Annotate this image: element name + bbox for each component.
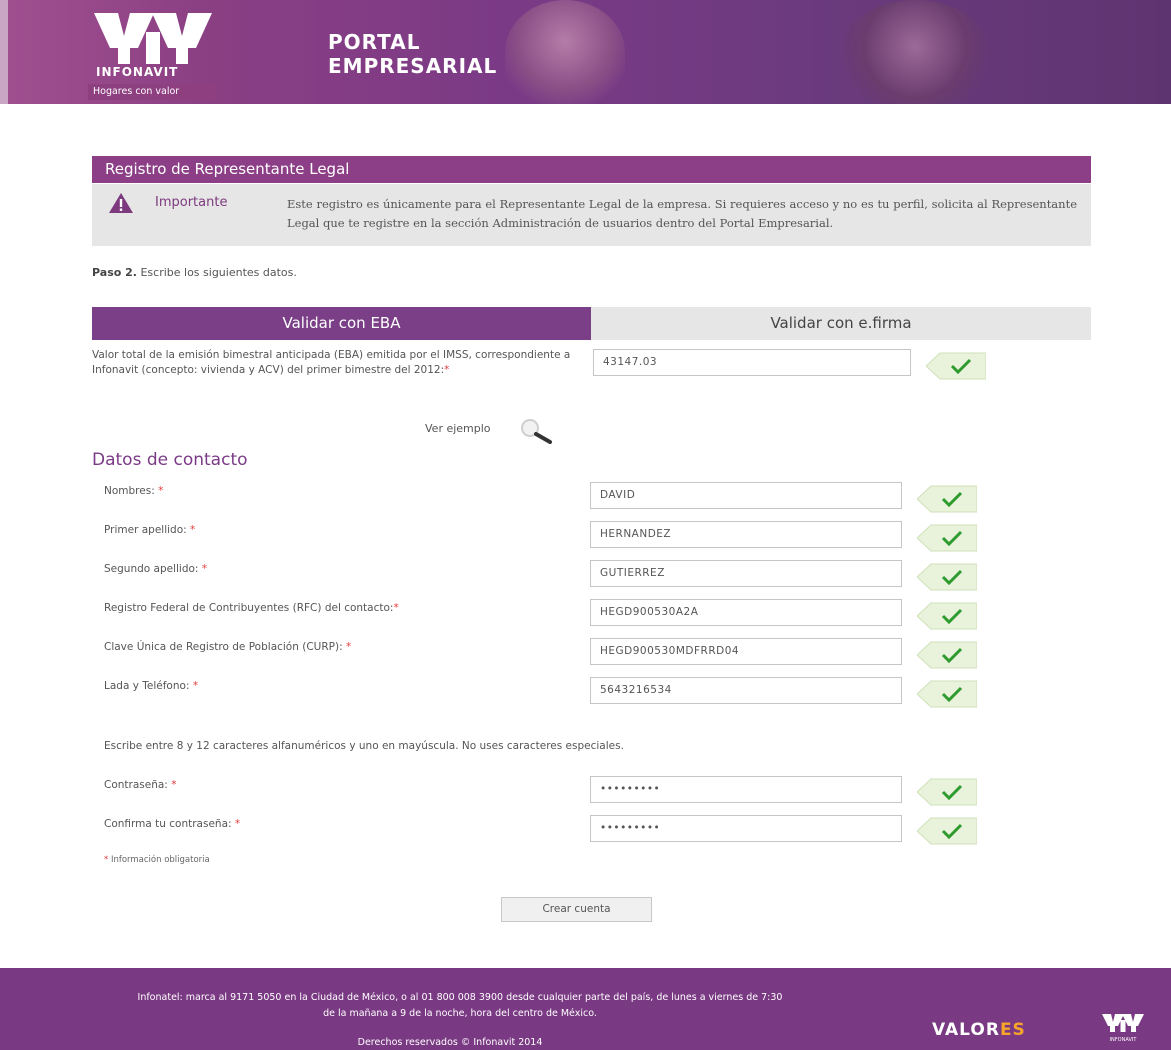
logo-tagline: Hogares con valor <box>88 84 216 100</box>
magnifier-icon[interactable] <box>519 418 553 444</box>
field-label-telefono: Lada y Teléfono: * <box>104 680 198 692</box>
portal-title-line1: PORTAL <box>328 30 421 54</box>
site-header: INFONAVIT Hogares con valor PORTAL EMPRE… <box>0 0 1171 104</box>
portal-title: PORTAL EMPRESARIAL <box>328 30 497 78</box>
field-label-curp: Clave Única de Registro de Población (CU… <box>104 641 351 653</box>
tab-validar-eba[interactable]: Validar con EBA <box>92 307 591 340</box>
header-photo-person-2 <box>840 0 990 104</box>
label-text: Lada y Teléfono: <box>104 680 190 692</box>
warning-icon <box>109 193 133 213</box>
check-icon <box>917 485 977 513</box>
telefono-input[interactable]: 5643216534 <box>590 677 902 704</box>
check-icon <box>917 817 977 845</box>
portal-title-line2: EMPRESARIAL <box>328 54 498 78</box>
label-text: Nombres: <box>104 485 155 497</box>
valores-text-a: VALOR <box>932 1020 1000 1040</box>
footer-info-line2: de la mañana a 9 de la noche, hora del c… <box>323 1008 597 1019</box>
nombres-input[interactable]: DAVID <box>590 482 902 509</box>
password-hint: Escribe entre 8 y 12 caracteres alfanumé… <box>104 740 624 752</box>
important-notice: Importante Este registro es únicamente p… <box>92 184 1091 246</box>
step-instruction: Paso 2. Escribe los siguientes datos. <box>92 266 297 279</box>
required-star: * <box>192 680 199 692</box>
label-text: Registro Federal de Contribuyentes (RFC)… <box>104 602 394 614</box>
required-star: * <box>104 855 109 865</box>
required-star: * <box>345 641 352 653</box>
check-icon <box>917 602 977 630</box>
check-icon <box>917 563 977 591</box>
notice-text: Este registro es únicamente para el Repr… <box>287 197 1077 230</box>
site-footer: Infonatel: marca al 9171 5050 en la Ciud… <box>0 968 1171 1050</box>
field-label-primer-apellido: Primer apellido: * <box>104 524 195 536</box>
segundo-apellido-input[interactable]: GUTIERREZ <box>590 560 902 587</box>
tab-validar-efirma[interactable]: Validar con e.firma <box>591 307 1091 340</box>
required-star: * <box>171 779 177 791</box>
footer-infonatel-text: Infonatel: marca al 9171 5050 en la Ciud… <box>20 990 900 1022</box>
footer-copyright: Derechos reservados © Infonavit 2014 <box>357 1037 543 1048</box>
label-text: Confirma tu contraseña: <box>104 818 232 830</box>
field-label-password: Contraseña: * <box>104 779 176 791</box>
label-text: Contraseña: <box>104 779 168 791</box>
curp-input[interactable]: HEGD900530MDFRRD04 <box>590 638 902 665</box>
check-icon <box>917 524 977 552</box>
header-photo-person-1 <box>505 0 625 104</box>
field-label-rfc: Registro Federal de Contribuyentes (RFC)… <box>104 602 399 614</box>
header-edge <box>0 0 8 104</box>
check-icon <box>926 352 986 380</box>
required-star: * <box>158 485 164 497</box>
label-text: Segundo apellido: <box>104 563 199 575</box>
check-icon <box>917 778 977 806</box>
infonavit-footer-logo-icon[interactable]: INFONAVIT <box>1100 1012 1146 1044</box>
password-input[interactable]: ••••••••• <box>590 776 902 803</box>
eba-field-label: Valor total de la emisión bimestral anti… <box>92 348 582 378</box>
required-star: * <box>393 602 399 614</box>
confirm-password-input[interactable]: ••••••••• <box>590 815 902 842</box>
mandatory-note: * Información obligatoria <box>104 855 210 865</box>
label-text: Clave Única de Registro de Población (CU… <box>104 641 343 653</box>
logo-brand-text: INFONAVIT <box>96 65 179 79</box>
page-title: Registro de Representante Legal <box>92 156 1091 183</box>
required-star: * <box>190 524 196 536</box>
notice-label: Importante <box>155 195 228 210</box>
rfc-input[interactable]: HEGD900530A2A <box>590 599 902 626</box>
valores-logo[interactable]: VALORES <box>932 1020 1026 1040</box>
eba-label-text: Valor total de la emisión bimestral anti… <box>92 349 571 376</box>
contact-section-title: Datos de contacto <box>92 450 248 470</box>
step-text: Escribe los siguientes datos. <box>136 266 297 279</box>
required-star: * <box>444 364 450 376</box>
primer-apellido-input[interactable]: HERNANDEZ <box>590 521 902 548</box>
check-icon <box>917 641 977 669</box>
field-label-nombres: Nombres: * <box>104 485 163 497</box>
label-text: Primer apellido: <box>104 524 187 536</box>
valores-text-b: ES <box>999 1020 1026 1040</box>
mandatory-text: Información obligatoria <box>110 855 210 865</box>
ver-ejemplo-link[interactable]: Ver ejemplo <box>425 422 491 435</box>
field-label-confirm-password: Confirma tu contraseña: * <box>104 818 240 830</box>
check-icon <box>917 680 977 708</box>
required-star: * <box>201 563 208 575</box>
create-account-button[interactable]: Crear cuenta <box>501 897 652 922</box>
footer-logo-text: INFONAVIT <box>1110 1037 1138 1043</box>
field-label-segundo-apellido: Segundo apellido: * <box>104 563 207 575</box>
eba-value-input[interactable]: 43147.03 <box>593 349 911 376</box>
required-star: * <box>234 818 241 830</box>
footer-info-line1: Infonatel: marca al 9171 5050 en la Ciud… <box>137 992 783 1003</box>
step-number: Paso 2. <box>92 266 137 279</box>
